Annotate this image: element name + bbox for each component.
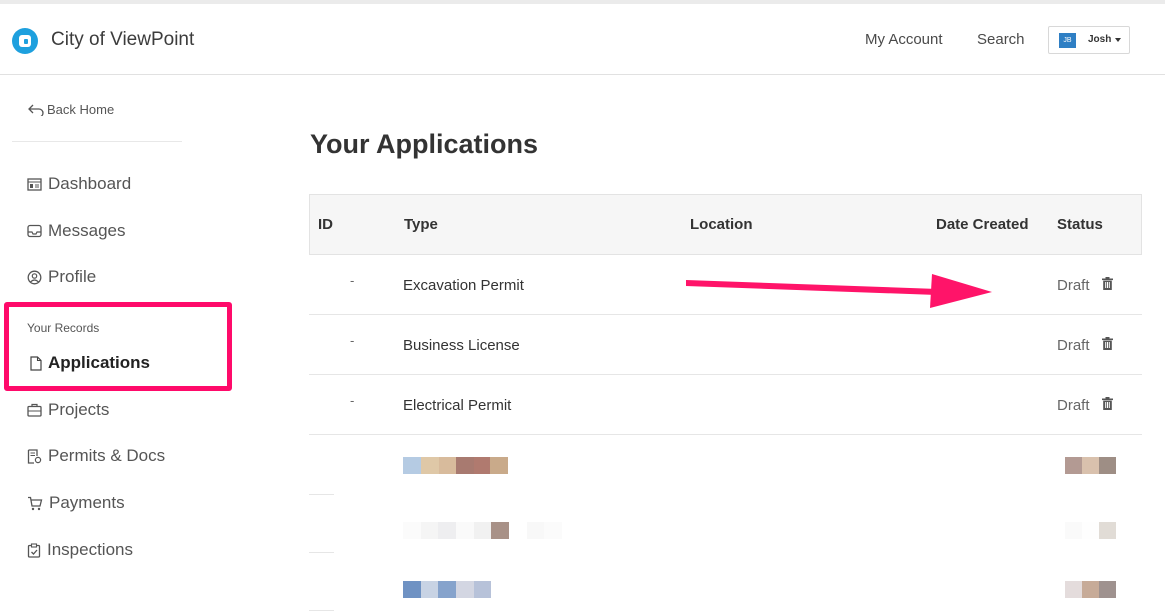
row-id: - [350, 333, 355, 348]
trash-icon[interactable] [1102, 337, 1113, 355]
sidebar-item-projects[interactable]: Projects [27, 400, 109, 420]
sidebar-item-label: Projects [48, 400, 110, 419]
pixelated-status [1065, 457, 1116, 474]
column-header-location[interactable]: Location [690, 216, 753, 233]
sidebar-item-profile[interactable]: Profile [27, 267, 96, 287]
page-title: Your Applications [310, 129, 539, 159]
sidebar-item-messages[interactable]: Messages [27, 221, 125, 241]
sidebar-item-label: Inspections [47, 540, 133, 559]
search-link[interactable]: Search [977, 31, 1025, 48]
user-menu-button[interactable]: JB Josh [1048, 26, 1130, 54]
table-row-blurred [309, 493, 1142, 553]
column-header-status[interactable]: Status [1057, 216, 1103, 233]
trash-icon[interactable] [1102, 397, 1113, 415]
row-status: Draft [1057, 337, 1090, 354]
row-id: - [350, 273, 355, 288]
cropped-edge [1150, 420, 1165, 604]
row-type[interactable]: Business License [403, 337, 520, 354]
sidebar-item-label: Permits & Docs [48, 446, 166, 465]
row-id: - [350, 393, 355, 408]
row-type[interactable]: Electrical Permit [403, 397, 511, 414]
row-status: Draft [1057, 397, 1090, 414]
inbox-icon [27, 224, 42, 238]
column-header-id[interactable]: ID [318, 216, 333, 233]
column-header-date-created[interactable]: Date Created [936, 216, 1029, 233]
sidebar-item-label: Dashboard [48, 174, 132, 193]
app-header: City of ViewPoint My Account Search JB J… [0, 4, 1165, 75]
sidebar-divider [12, 141, 182, 142]
annotation-arrow [686, 274, 992, 308]
annotation-highlight-box [4, 302, 232, 391]
sidebar-item-label: Messages [48, 221, 126, 240]
table-row[interactable]: - Business License Draft [309, 315, 1142, 375]
table-row[interactable]: - Electrical Permit Draft [309, 375, 1142, 435]
profile-icon [27, 270, 42, 284]
sidebar-item-inspections[interactable]: Inspections [27, 540, 133, 560]
sidebar-item-dashboard[interactable]: Dashboard [27, 174, 131, 194]
app-title[interactable]: City of ViewPoint [51, 29, 194, 51]
city-logo-icon[interactable] [12, 28, 38, 54]
column-header-type[interactable]: Type [404, 216, 438, 233]
pixelated-text [403, 581, 491, 598]
sidebar-item-label: Payments [49, 493, 125, 512]
sidebar-item-payments[interactable]: Payments [27, 493, 125, 513]
sidebar-item-permits-docs[interactable]: Permits & Docs [27, 446, 165, 466]
permit-icon [27, 448, 42, 464]
back-home-link[interactable]: Back Home [28, 102, 115, 118]
chevron-down-icon [1115, 38, 1121, 42]
back-arrow-icon [28, 104, 44, 118]
pixelated-text [403, 522, 562, 539]
table-row-blurred [309, 551, 1142, 611]
my-account-link[interactable]: My Account [865, 31, 943, 48]
clipboard-check-icon [27, 542, 41, 558]
briefcase-icon [27, 403, 42, 417]
table-row-blurred [309, 435, 1142, 495]
pixelated-text [403, 457, 508, 474]
back-home-label: Back Home [47, 102, 115, 117]
pixelated-status [1065, 581, 1116, 598]
row-type[interactable]: Excavation Permit [403, 277, 524, 294]
dashboard-icon [27, 177, 42, 191]
trash-icon[interactable] [1102, 277, 1113, 295]
applications-table: ID Type Location Date Created Status - E… [309, 194, 1142, 614]
table-header: ID Type Location Date Created Status [309, 194, 1142, 255]
sidebar-item-label: Profile [48, 267, 97, 286]
cart-icon [28, 496, 43, 510]
user-name: Josh [1088, 34, 1112, 45]
pixelated-status [1065, 522, 1116, 539]
row-status: Draft [1057, 277, 1090, 294]
avatar: JB [1059, 33, 1076, 48]
